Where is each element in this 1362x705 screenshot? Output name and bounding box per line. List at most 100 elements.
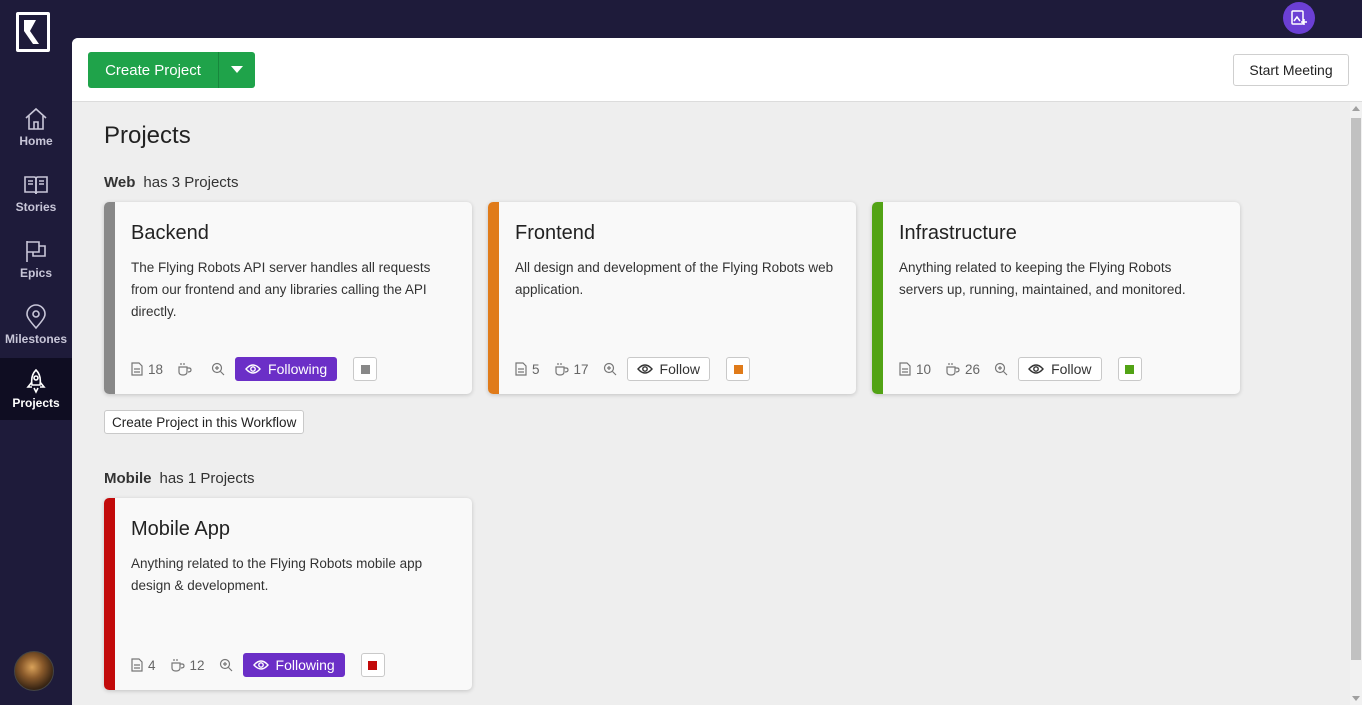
flag-icon [26,241,46,262]
coffee-cup-icon [554,363,569,376]
stories-count: 4 [131,658,156,673]
book-icon [24,176,48,195]
scroll-up-icon[interactable] [1352,106,1360,111]
sidebar: Home Stories Epics Milestones Projects [0,0,72,705]
document-icon [515,362,527,376]
stories-count-value: 4 [148,657,156,673]
points-count-value: 17 [573,361,589,377]
group-count: has 1 Projects [159,470,255,487]
follow-button[interactable]: Follow [626,357,711,381]
project-card-backend[interactable]: Backend The Flying Robots API server han… [104,202,472,394]
stories-count-value: 10 [916,361,932,377]
create-project-in-workflow-button[interactable]: Create Project in this Workflow [104,410,305,434]
sidebar-item-label: Milestones [4,332,67,346]
group-name: Mobile [104,470,152,487]
eye-icon [252,660,269,670]
project-card-mobile-app[interactable]: Mobile App Anything related to the Flyin… [104,498,472,690]
points-count-value: 26 [965,361,981,377]
coffee-cup-icon [946,363,960,376]
group-count: has 3 Projects [143,174,239,191]
document-icon [131,362,143,376]
create-project-button-group: Create Project [88,52,255,88]
group-heading-mobile: Mobile has 1 Projects [104,470,255,487]
stories-count: 18 [131,362,163,377]
project-description: Anything related to the Flying Robots mo… [131,556,423,593]
document-icon [899,362,911,376]
coffee-cup-icon [170,659,185,672]
map-pin-icon [26,304,46,330]
toolbar: Create Project Start Meeting [72,38,1362,102]
document-icon [131,658,143,672]
chevron-down-icon [231,66,243,73]
zoom-icon[interactable] [603,362,617,376]
zoom-icon[interactable] [994,362,1008,376]
project-title[interactable]: Infrastructure [899,222,1017,245]
create-project-button[interactable]: Create Project [88,52,219,88]
project-color-stripe [488,202,499,394]
points-count: 12 [170,658,205,673]
sidebar-item-label: Home [19,134,53,148]
user-image-icon[interactable] [1283,2,1315,34]
follow-button[interactable]: Following [235,357,338,381]
stories-count-value: 5 [532,361,540,377]
project-footer: 10 26 Follow [899,357,1142,381]
home-icon [25,107,47,130]
main-panel: Create Project Start Meeting Projects We… [72,38,1362,705]
project-card-frontend[interactable]: Frontend All design and development of t… [488,202,856,394]
points-count: 26 [945,362,980,377]
project-card-infrastructure[interactable]: Infrastructure Anything related to keepi… [872,202,1240,394]
sidebar-item-epics[interactable]: Epics [0,232,72,294]
sidebar-item-milestones[interactable]: Milestones [0,298,72,360]
sidebar-item-label: Stories [15,200,57,214]
follow-label: Following [275,657,335,673]
scroll-down-icon[interactable] [1352,696,1360,701]
project-description: The Flying Robots API server handles all… [131,260,431,319]
eye-icon [636,364,653,374]
sidebar-item-label: Projects [12,396,60,410]
points-count-value: 12 [189,657,205,673]
stories-count: 10 [899,362,931,377]
scrollbar[interactable] [1350,102,1362,705]
group-heading-web: Web has 3 Projects [104,174,238,191]
sidebar-item-projects[interactable]: Projects [0,358,72,420]
sidebar-item-label: Epics [19,266,52,280]
stories-count: 5 [515,362,540,377]
points-count [177,362,197,376]
sidebar-item-stories[interactable]: Stories [0,166,72,228]
project-color-stripe [872,202,883,394]
project-color-button[interactable] [726,357,751,381]
project-description: All design and development of the Flying… [515,260,834,297]
follow-label: Follow [659,361,701,377]
app-logo[interactable] [16,12,50,52]
project-color-button[interactable] [1117,357,1142,381]
coffee-cup-icon [178,363,192,376]
avatar[interactable] [14,651,54,691]
sidebar-item-home[interactable]: Home [0,100,72,162]
page-title: Projects [104,122,191,149]
scrollbar-thumb[interactable] [1351,118,1361,660]
project-title[interactable]: Mobile App [131,518,230,541]
stories-count-value: 18 [148,361,164,377]
project-footer: 5 17 Follow [515,357,751,381]
follow-label: Following [268,361,328,377]
project-title[interactable]: Frontend [515,222,595,245]
create-project-dropdown[interactable] [219,52,255,88]
points-count: 17 [554,362,589,377]
follow-button[interactable]: Follow [1018,357,1102,381]
zoom-icon[interactable] [219,658,233,672]
eye-icon [1028,364,1044,374]
eye-icon [245,364,261,374]
project-color-stripe [104,498,115,690]
follow-button[interactable]: Following [242,653,345,677]
project-color-button[interactable] [353,357,378,381]
zoom-icon[interactable] [211,362,225,376]
group-name: Web [104,174,136,191]
project-footer: 4 12 Following [131,653,385,677]
project-title[interactable]: Backend [131,222,209,245]
project-description: Anything related to keeping the Flying R… [899,260,1186,297]
rocket-icon [26,368,46,394]
start-meeting-button[interactable]: Start Meeting [1233,54,1349,86]
project-color-stripe [104,202,115,394]
project-footer: 18 Following [131,357,378,381]
project-color-button[interactable] [360,653,385,677]
